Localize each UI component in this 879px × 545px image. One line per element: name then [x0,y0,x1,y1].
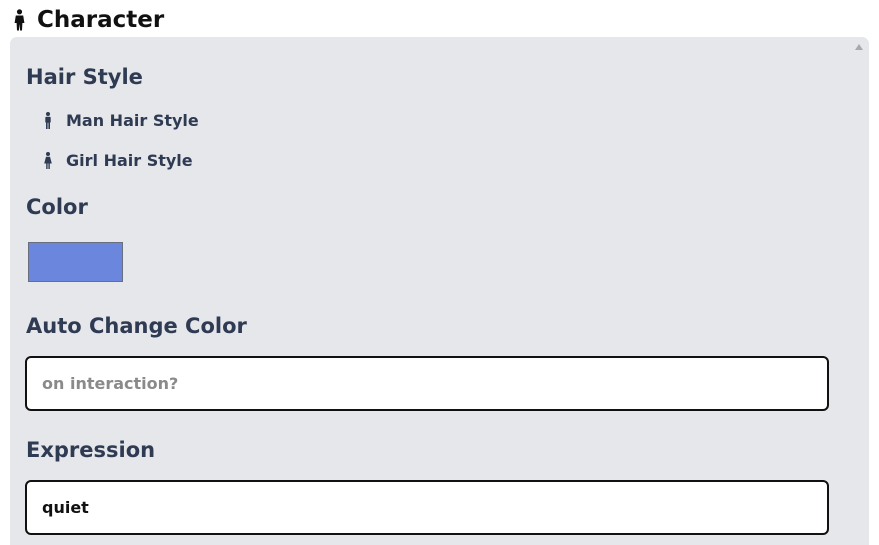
man-hair-style-option[interactable]: Man Hair Style [44,109,199,131]
man-hair-style-label: Man Hair Style [66,110,199,130]
scroll-up-arrow[interactable] [855,44,863,50]
expression-heading: Expression [26,438,156,462]
page-title: Character [37,7,165,33]
girl-hair-style-label: Girl Hair Style [66,150,193,170]
person-icon [14,9,25,31]
woman-icon [44,151,52,169]
man-icon [45,111,51,129]
color-heading: Color [26,195,88,219]
girl-hair-style-option[interactable]: Girl Hair Style [44,149,193,171]
page-header: Character [14,4,164,36]
expression-input[interactable] [25,480,829,535]
hair-style-heading: Hair Style [26,65,143,89]
auto-change-color-heading: Auto Change Color [26,314,247,338]
character-panel[interactable]: Hair Style Man Hair Style Girl Hair Styl… [10,37,869,545]
auto-change-color-input[interactable] [25,356,829,411]
color-swatch[interactable] [28,242,123,282]
